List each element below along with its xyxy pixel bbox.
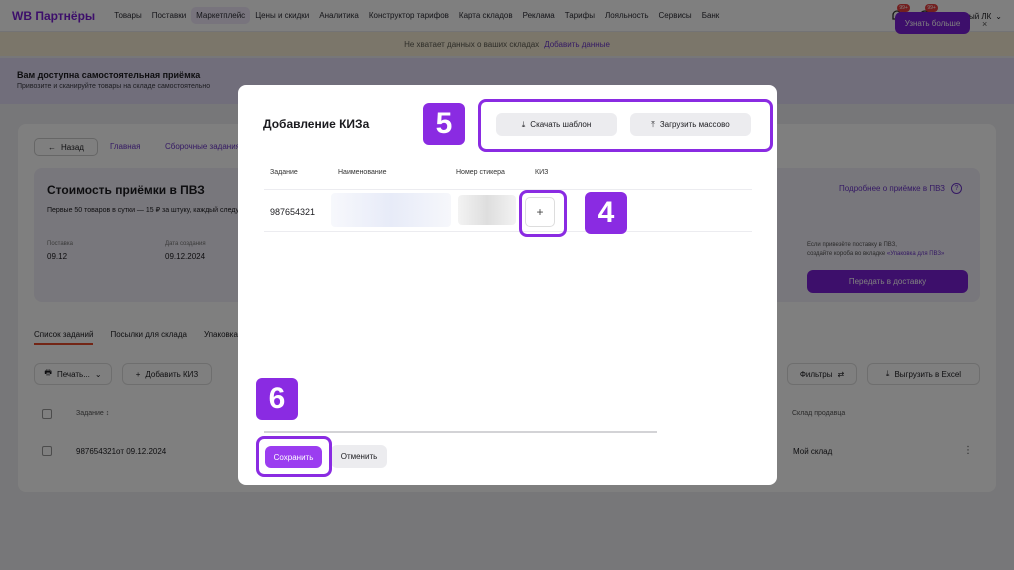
callout-number-5: 5 xyxy=(423,103,465,145)
col-kiz: КИЗ xyxy=(535,169,549,176)
col-task: Задание xyxy=(270,169,298,176)
row-task-number: 987654321 xyxy=(270,207,316,217)
header-divider xyxy=(264,189,752,190)
col-sticker: Номер стикера xyxy=(456,169,505,176)
blurred-sticker xyxy=(458,195,516,225)
callout-highlight-5 xyxy=(478,99,773,152)
horizontal-scrollbar[interactable] xyxy=(264,431,657,433)
callout-number-4: 4 xyxy=(585,192,627,234)
col-name: Наименование xyxy=(338,169,387,176)
cancel-button[interactable]: Отменить xyxy=(331,445,387,468)
modal-title: Добавление КИЗа xyxy=(263,117,370,131)
callout-number-6: 6 xyxy=(256,378,298,420)
callout-highlight-6 xyxy=(256,436,332,477)
row-divider xyxy=(264,231,752,232)
page: WB Партнёры Товары Поставки Маркетплейс … xyxy=(0,0,1014,570)
blurred-name xyxy=(331,193,451,227)
callout-highlight-4 xyxy=(519,190,567,237)
